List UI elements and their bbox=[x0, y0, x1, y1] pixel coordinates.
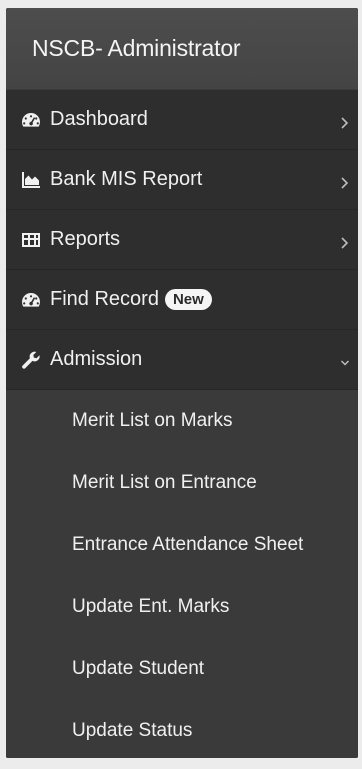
sidebar-item-admission[interactable]: Admission bbox=[6, 330, 358, 390]
sidebar-item-label: Reports bbox=[50, 228, 121, 250]
sidebar-menu: Dashboard Bank MIS Report Reports Find R… bbox=[6, 90, 358, 390]
chevron-right-icon bbox=[340, 113, 350, 129]
sidebar-item-label: Dashboard bbox=[50, 108, 148, 130]
area-chart-icon bbox=[20, 169, 42, 191]
sidebar-item-label: Bank MIS Report bbox=[50, 168, 203, 190]
sidebar-item-bank-mis-report[interactable]: Bank MIS Report bbox=[6, 150, 358, 210]
wrench-icon bbox=[20, 349, 42, 371]
chevron-down-icon bbox=[340, 353, 350, 367]
submenu-item-update-status[interactable]: Update Status bbox=[6, 700, 358, 758]
sidebar-item-dashboard[interactable]: Dashboard bbox=[6, 90, 358, 150]
tachometer-icon bbox=[20, 109, 42, 131]
sidebar-item-find-record[interactable]: Find Record New bbox=[6, 270, 358, 330]
submenu-item-update-student[interactable]: Update Student bbox=[6, 638, 358, 700]
sidebar-title: NSCB- Administrator bbox=[6, 8, 358, 90]
submenu-item-merit-list-entrance[interactable]: Merit List on Entrance bbox=[6, 452, 358, 514]
submenu-item-entrance-attendance-sheet[interactable]: Entrance Attendance Sheet bbox=[6, 514, 358, 576]
admission-submenu: Merit List on Marks Merit List on Entran… bbox=[6, 390, 358, 758]
sidebar: NSCB- Administrator Dashboard Bank MIS R… bbox=[6, 8, 358, 758]
sidebar-item-label: Admission bbox=[50, 348, 143, 370]
submenu-item-merit-list-marks[interactable]: Merit List on Marks bbox=[6, 390, 358, 452]
chevron-right-icon bbox=[340, 233, 350, 249]
table-icon bbox=[20, 229, 42, 251]
new-badge: New bbox=[164, 289, 212, 310]
submenu-item-update-ent-marks[interactable]: Update Ent. Marks bbox=[6, 576, 358, 638]
tachometer-icon bbox=[20, 289, 42, 311]
sidebar-item-reports[interactable]: Reports bbox=[6, 210, 358, 270]
chevron-right-icon bbox=[340, 173, 350, 189]
sidebar-item-label: Find Record bbox=[50, 288, 159, 310]
page: NSCB- Administrator Dashboard Bank MIS R… bbox=[0, 0, 362, 769]
